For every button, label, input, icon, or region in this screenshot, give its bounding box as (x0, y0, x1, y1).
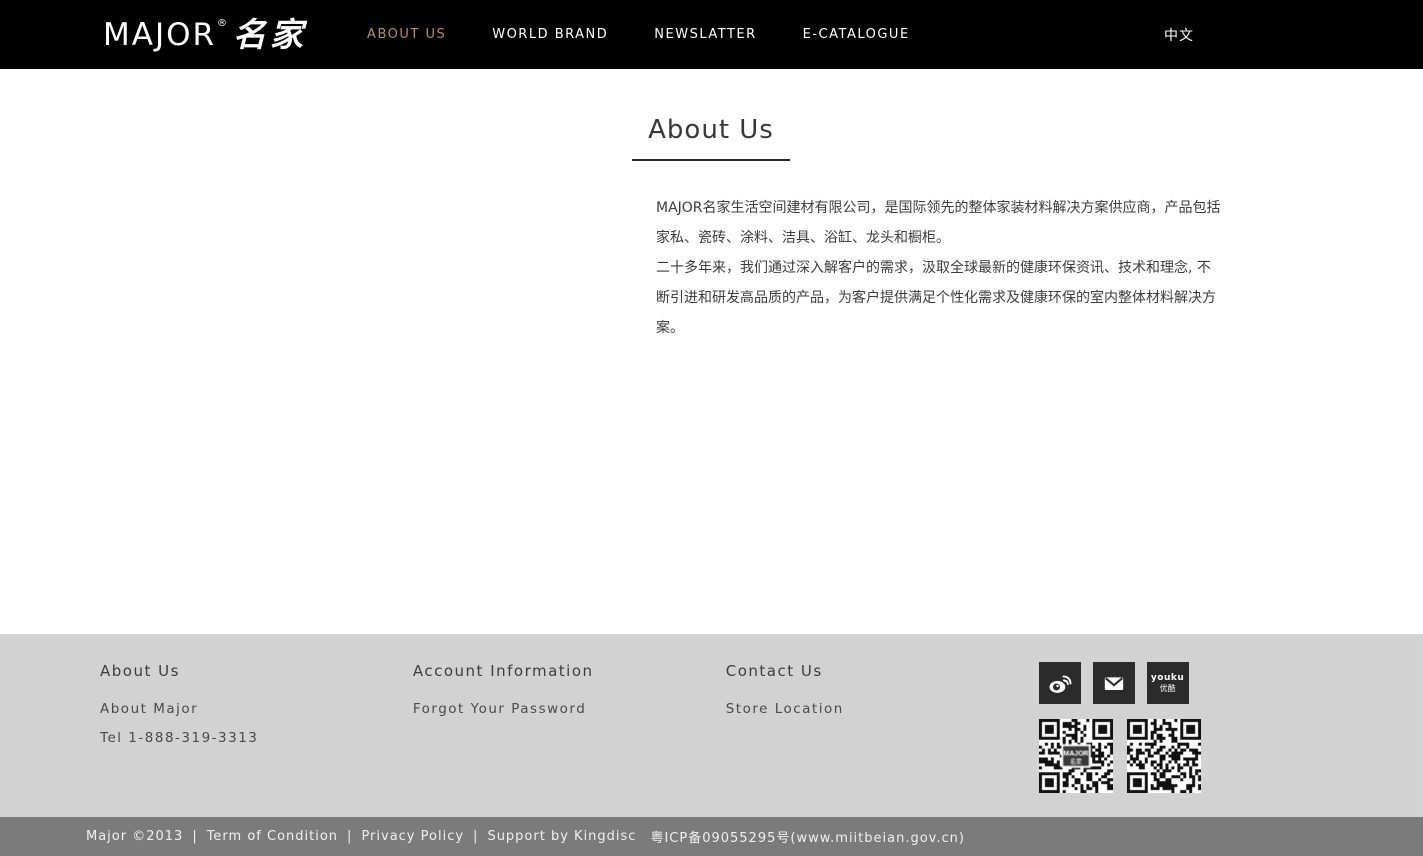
footer-heading-about-us: About Us (100, 662, 413, 680)
language-switch-chinese[interactable]: 中文 (1164, 25, 1194, 45)
main-nav: ABOUT US WORLD BRAND NEWSLATTER E-CATALO… (367, 19, 956, 50)
main-content-area: About Us MAJOR名家生活空间建材有限公司，是国际领先的整体家装材料解… (0, 69, 1423, 634)
registered-trademark-symbol: ® (217, 18, 227, 29)
copyright-text: Major ©2013 (86, 829, 183, 844)
footer-telephone: Tel 1-888-319-3313 (100, 730, 413, 746)
footer-link-about-major[interactable]: About Major (100, 701, 413, 717)
footer-column-about-us: About Us About Major Tel 1-888-319-3313 (100, 662, 413, 817)
icp-record-link[interactable]: 粤ICP备09055295号(www.miitbeian.gov.cn) (650, 827, 965, 846)
footer-column-account-information: Account Information Forgot Your Password (413, 662, 726, 817)
divider: | (192, 829, 197, 844)
footer-social-block: youku 优酷 (1039, 662, 1203, 817)
divider: | (473, 829, 478, 844)
qr-code-row (1039, 719, 1203, 793)
nav-item-newslatter[interactable]: NEWSLATTER (654, 19, 756, 50)
page-title: About Us (632, 115, 790, 145)
bottom-link-term-of-condition[interactable]: Term of Condition (207, 829, 338, 844)
qr-code-major-wechat (1039, 719, 1113, 793)
nav-item-e-catalogue[interactable]: E-CATALOGUE (803, 19, 910, 50)
brand-logo-text-en: MAJOR (103, 16, 216, 54)
page-title-block: About Us (632, 115, 790, 161)
footer-heading-account-information: Account Information (413, 662, 726, 680)
nav-item-about-us[interactable]: ABOUT US (367, 19, 446, 50)
bottom-link-privacy-policy[interactable]: Privacy Policy (361, 829, 464, 844)
footer-link-store-location[interactable]: Store Location (726, 701, 1039, 717)
footer: About Us About Major Tel 1-888-319-3313 … (0, 634, 1423, 817)
weibo-icon[interactable] (1039, 662, 1081, 704)
qr-code-secondary (1127, 719, 1201, 793)
youku-icon-label: youku (1151, 674, 1184, 683)
footer-column-contact-us: Contact Us Store Location (726, 662, 1039, 817)
youku-icon-label-cn: 优酷 (1160, 684, 1176, 693)
bottom-legal-bar: Major ©2013 | Term of Condition | Privac… (0, 817, 1423, 856)
divider: | (347, 829, 352, 844)
brand-logo[interactable]: MAJOR ® 名家 (103, 16, 307, 54)
email-icon[interactable] (1093, 662, 1135, 704)
footer-heading-contact-us: Contact Us (726, 662, 1039, 680)
brand-logo-text-cn: 名家 (233, 16, 307, 54)
nav-item-world-brand[interactable]: WORLD BRAND (492, 19, 608, 50)
about-text: MAJOR名家生活空间建材有限公司，是国际领先的整体家装材料解决方案供应商，产品… (656, 193, 1221, 343)
bottom-link-support-by-kingdisc[interactable]: Support by Kingdisc (487, 829, 636, 844)
social-icon-row: youku 优酷 (1039, 662, 1203, 704)
about-paragraph-2: 二十多年来，我们通过深入解客户的需求，汲取全球最新的健康环保资讯、技术和理念, … (656, 253, 1221, 343)
top-nav-bar: MAJOR ® 名家 ABOUT US WORLD BRAND NEWSLATT… (0, 0, 1423, 69)
about-paragraph-1: MAJOR名家生活空间建材有限公司，是国际领先的整体家装材料解决方案供应商，产品… (656, 193, 1221, 253)
footer-link-forgot-your-password[interactable]: Forgot Your Password (413, 701, 726, 717)
youku-icon[interactable]: youku 优酷 (1147, 662, 1189, 704)
